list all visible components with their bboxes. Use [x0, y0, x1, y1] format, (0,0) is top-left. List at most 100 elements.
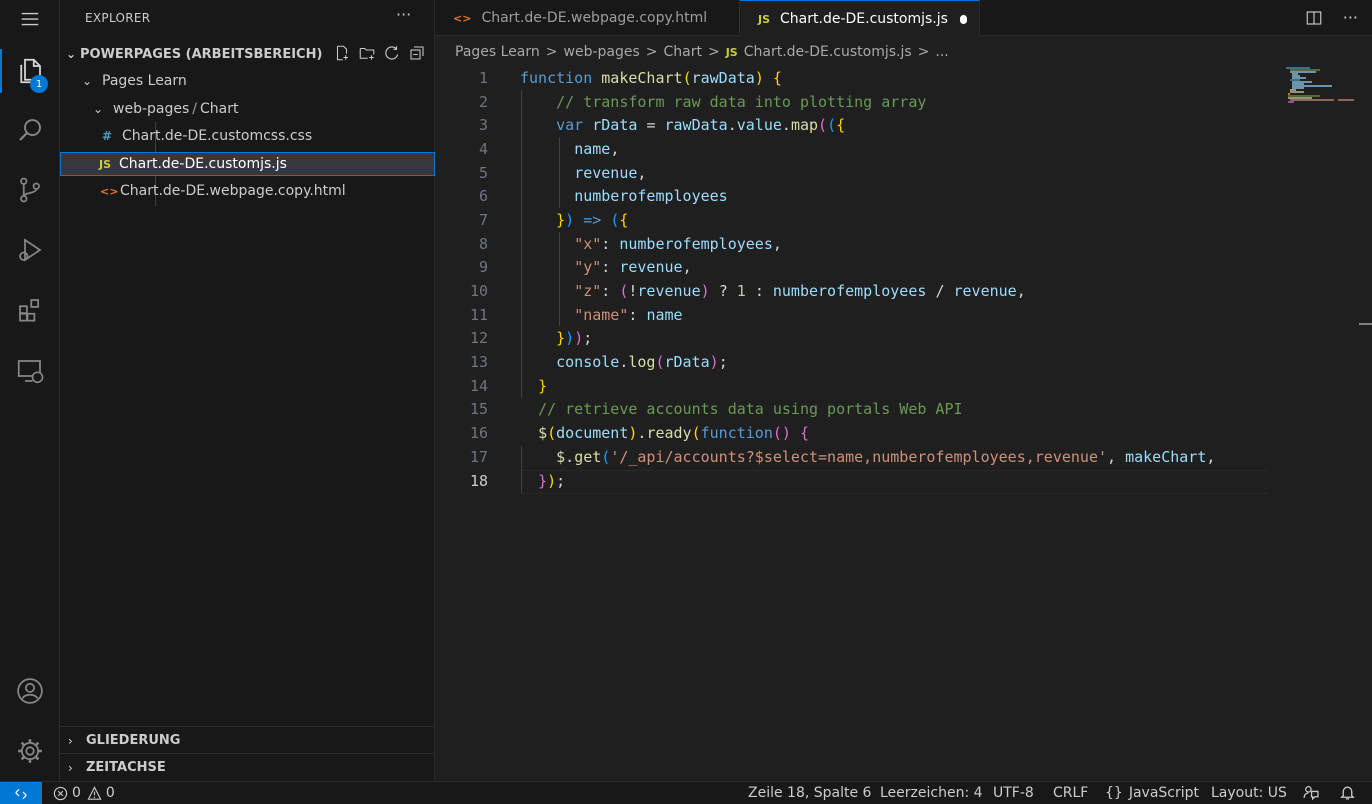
source-control-icon: [20, 177, 40, 203]
explorer-button[interactable]: 1: [0, 43, 60, 99]
code-editor[interactable]: 1 2 3 4 5 6 7 8 9 10 11 12 13 14 15 16 17 18 function mak…: [435, 66, 1372, 781]
code-line: }: [538, 377, 548, 395]
collapse-all-icon[interactable]: [408, 44, 426, 62]
cursor-position[interactable]: Zeile 18, Spalte 6: [748, 785, 871, 801]
remote-explorer-button[interactable]: [0, 343, 60, 399]
unsaved-dot-icon[interactable]: [959, 14, 967, 24]
encoding[interactable]: UTF-8: [993, 785, 1034, 801]
new-file-icon[interactable]: [333, 44, 351, 62]
sidebar-title: EXPLORER: [85, 11, 151, 25]
search-icon: [19, 119, 41, 141]
code-line: var rData = rawData.value.map(({: [556, 116, 846, 134]
breadcrumb-item[interactable]: web-pages: [564, 44, 640, 60]
sidebar-more-button[interactable]: ···: [396, 5, 411, 24]
feedback-icon: [1303, 786, 1319, 801]
remote-indicator[interactable]: [0, 782, 42, 804]
timeline-panel-header[interactable]: › ZEITACHSE: [60, 753, 434, 781]
bell-icon: [1340, 786, 1355, 800]
tab-customjs[interactable]: JS Chart.de-DE.customjs.js: [740, 0, 980, 37]
code-line: }) => ({: [556, 211, 629, 229]
breadcrumb-item[interactable]: Chart.de-DE.customjs.js: [744, 44, 912, 60]
code-line: // retrieve accounts data using portals …: [538, 400, 963, 418]
remote-icon: [15, 788, 27, 799]
error-count: 0: [72, 785, 81, 801]
feedback-button[interactable]: [1302, 784, 1319, 804]
refresh-icon[interactable]: [383, 44, 401, 62]
workspace-actions: [333, 44, 426, 62]
hamburger-icon: [21, 12, 39, 26]
tab-actions: ···: [1305, 8, 1358, 27]
chevron-down-icon: ⌄: [82, 74, 93, 88]
language-label: JavaScript: [1128, 785, 1200, 801]
extensions-icon: [19, 299, 39, 322]
code-line: });: [538, 472, 566, 490]
css-file-icon: #: [102, 129, 113, 143]
breadcrumb-separator: >: [707, 44, 720, 60]
warning-count: 0: [105, 785, 115, 801]
run-debug-icon: [19, 238, 42, 262]
breadcrumb-separator: >: [917, 44, 930, 60]
html-file-icon: <>: [453, 11, 472, 25]
chevron-right-icon: ›: [68, 733, 73, 748]
editor-tab-bar: <> Chart.de-DE.webpage.copy.html JS Char…: [435, 0, 1372, 37]
explorer-sidebar: EXPLORER ··· ⌄ POWERPAGES (ARBEITSBEREIC…: [60, 0, 435, 781]
tab-webpage-html[interactable]: <> Chart.de-DE.webpage.copy.html: [435, 0, 740, 36]
language-mode[interactable]: {} JavaScript: [1105, 785, 1199, 801]
more-actions-button[interactable]: ···: [1343, 8, 1358, 27]
search-button[interactable]: [0, 102, 60, 158]
breadcrumb-separator: >: [645, 44, 658, 60]
code-line: "z": (!revenue) ? 1 : numberofemployees …: [574, 282, 1026, 300]
keyboard-layout[interactable]: Layout: US: [1211, 785, 1287, 801]
chevron-down-icon: ⌄: [93, 102, 104, 116]
code-line: $(document).ready(function() {: [538, 424, 809, 442]
menu-button[interactable]: [0, 0, 60, 38]
minimap[interactable]: [1278, 66, 1372, 126]
tree-folder-label-b: Chart: [199, 101, 239, 117]
account-icon: [17, 678, 43, 704]
tree-file-js[interactable]: JS Chart.de-DE.customjs.js: [60, 152, 435, 176]
gear-icon: [18, 739, 42, 763]
notifications-button[interactable]: [1339, 784, 1356, 804]
code-line: // transform raw data into plotting arra…: [556, 93, 927, 111]
breadcrumb-item[interactable]: Chart: [664, 44, 702, 60]
problems-indicator[interactable]: 0 0: [53, 785, 115, 801]
new-folder-icon[interactable]: [358, 44, 376, 62]
outline-label: GLIEDERUNG: [86, 733, 181, 748]
outline-panel-header[interactable]: › GLIEDERUNG: [60, 726, 434, 754]
tree-file-label: Chart.de-DE.customjs.js: [119, 156, 287, 172]
breadcrumb-item[interactable]: ...: [935, 44, 948, 60]
settings-button[interactable]: [0, 723, 60, 779]
breadcrumb-separator: >: [545, 44, 558, 60]
tree-folder-web-pages-chart[interactable]: ⌄ web-pages / Chart: [60, 97, 435, 121]
code-line: revenue,: [574, 164, 647, 182]
tree-folder-label: Pages Learn: [102, 73, 187, 89]
end-of-line[interactable]: CRLF: [1053, 785, 1088, 801]
tree-file-css[interactable]: # Chart.de-DE.customcss.css: [60, 124, 435, 148]
tree-file-html[interactable]: <> Chart.de-DE.webpage.copy.html: [60, 179, 435, 203]
code-line: numberofemployees: [574, 187, 728, 205]
workspace-label: POWERPAGES (ARBEITSBEREICH): [80, 46, 323, 62]
timeline-label: ZEITACHSE: [86, 760, 166, 775]
code-line: "x": numberofemployees,: [574, 235, 782, 253]
run-debug-button[interactable]: [0, 222, 60, 278]
tab-label: Chart.de-DE.customjs.js: [780, 11, 948, 27]
indentation[interactable]: Leerzeichen: 4: [880, 785, 983, 801]
accounts-button[interactable]: [0, 663, 60, 719]
tree-file-label: Chart.de-DE.customcss.css: [122, 128, 313, 144]
js-file-icon: JS: [758, 12, 771, 26]
breadcrumb-item[interactable]: Pages Learn: [455, 44, 540, 60]
scrollbar-marker[interactable]: [1359, 323, 1372, 325]
tab-label: Chart.de-DE.webpage.copy.html: [481, 10, 708, 26]
split-editor-icon[interactable]: [1305, 9, 1323, 27]
status-bar: 0 0 Zeile 18, Spalte 6 Leerzeichen: 4 UT…: [0, 781, 1372, 804]
extensions-button[interactable]: [0, 282, 60, 338]
tree-folder-pages-learn[interactable]: ⌄ Pages Learn: [60, 69, 435, 93]
chevron-down-icon: ⌄: [66, 47, 77, 61]
html-file-icon: <>: [100, 184, 119, 198]
source-control-button[interactable]: [0, 162, 60, 218]
breadcrumb: Pages Learn > web-pages > Chart > JS Cha…: [455, 44, 949, 60]
code-line: console.log(rData);: [556, 353, 728, 371]
code-line: name,: [574, 140, 620, 158]
code-line: "y": revenue,: [574, 258, 692, 276]
remote-explorer-icon: [17, 360, 44, 384]
